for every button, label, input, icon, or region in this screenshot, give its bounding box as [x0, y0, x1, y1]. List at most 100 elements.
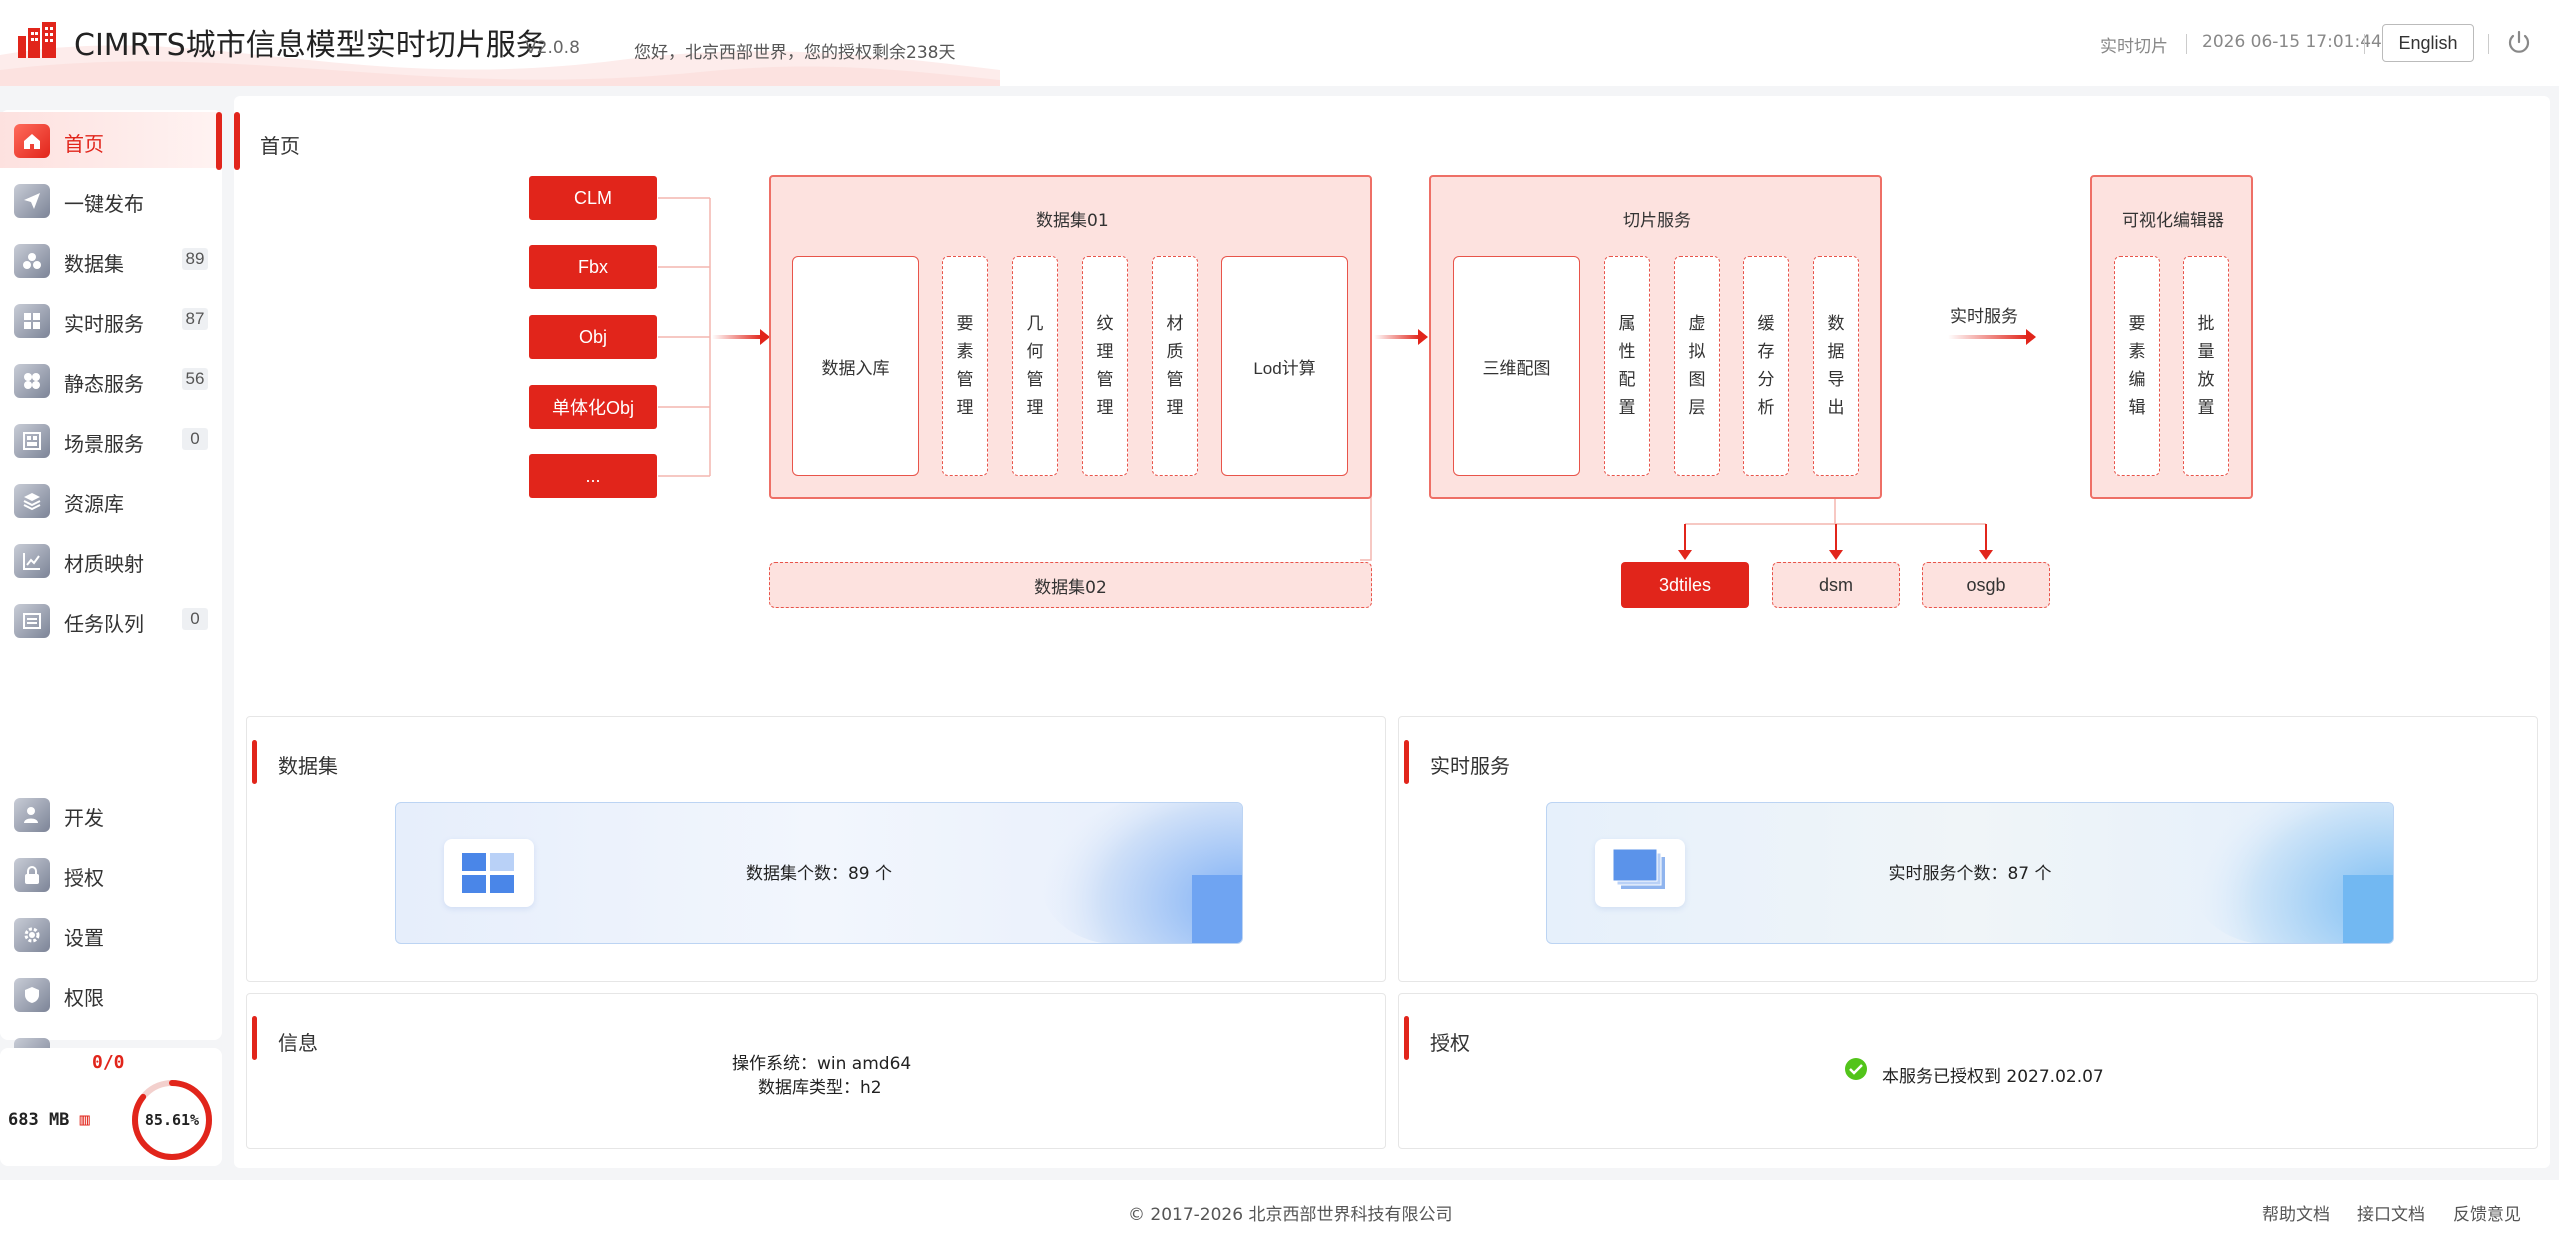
sidebar-item-home[interactable]: 首页 — [0, 112, 222, 168]
app-version: V2.0.8 — [525, 38, 580, 58]
step-label: 批量放置 — [2197, 314, 2215, 418]
sidebar-item-publish[interactable]: 一键发布 — [0, 172, 222, 228]
dataset01-title: 数据集01 — [1036, 211, 1109, 231]
license-expiry-text: 本服务已授权到 2027.02.07 — [1882, 1067, 2104, 1087]
output-osgb[interactable]: osgb — [1922, 562, 2050, 608]
info-card-title: 信息 — [278, 1031, 318, 1055]
format-obj[interactable]: Obj — [529, 315, 657, 359]
realtime-service-flow-label: 实时服务 — [1950, 307, 2018, 327]
realtime-count-banner[interactable]: 实时服务个数：87 个 — [1546, 802, 2394, 944]
sidebar-item-label: 数据集 — [64, 252, 124, 276]
header-divider — [2364, 34, 2365, 54]
step-label: 材质管理 — [1166, 314, 1184, 418]
dataset-count-banner[interactable]: 数据集个数：89 个 — [395, 802, 1243, 944]
realtime-slice-label: 实时切片 — [2100, 37, 2168, 57]
send-icon — [14, 184, 50, 218]
header-divider — [2186, 34, 2187, 54]
memory-value: 683 MB — [8, 1110, 70, 1130]
header-divider — [2488, 34, 2489, 54]
sidebar-item-realtime-service[interactable]: 实时服务 87 — [0, 292, 222, 348]
attribute-config-box[interactable]: 属性配置 — [1604, 256, 1650, 476]
sidebar-item-label: 材质映射 — [64, 552, 144, 576]
material-management-box[interactable]: 材质管理 — [1152, 256, 1198, 476]
count-badge: 87 — [182, 308, 208, 330]
os-info: 操作系统：win amd64 — [732, 1054, 912, 1074]
usage-gauge: 85.61% — [132, 1080, 212, 1160]
step-label: 纹理管理 — [1096, 314, 1114, 418]
texture-management-box[interactable]: 纹理管理 — [1082, 256, 1128, 476]
sidebar-item-task-queue[interactable]: 任务队列 0 — [0, 592, 222, 648]
virtual-layer-box[interactable]: 虚拟图层 — [1674, 256, 1720, 476]
sidebar-item-scene-service[interactable]: 场景服务 0 — [0, 412, 222, 468]
power-icon[interactable] — [2504, 28, 2534, 58]
sidebar-item-label: 首页 — [64, 132, 104, 156]
step-label: 几何管理 — [1026, 314, 1044, 418]
logo-icon — [18, 22, 56, 58]
lock-icon — [14, 858, 50, 892]
format-more[interactable]: ... — [529, 454, 657, 498]
card-indicator — [1404, 1016, 1409, 1060]
sidebar-item-datasets[interactable]: 数据集 89 — [0, 232, 222, 288]
sidebar-item-license[interactable]: 授权 — [0, 846, 222, 902]
license-card-title: 授权 — [1430, 1031, 1470, 1055]
batch-place-box[interactable]: 批量放置 — [2183, 256, 2229, 476]
format-fbx[interactable]: Fbx — [529, 245, 657, 289]
home-icon — [14, 124, 50, 158]
count-badge: 0 — [182, 608, 208, 630]
help-docs-link[interactable]: 帮助文档 — [2262, 1200, 2330, 1225]
step-label: 属性配置 — [1618, 314, 1636, 418]
geometry-management-box[interactable]: 几何管理 — [1012, 256, 1058, 476]
step-label: 虚拟图层 — [1688, 314, 1706, 418]
api-docs-link[interactable]: 接口文档 — [2357, 1200, 2425, 1225]
feedback-link[interactable]: 反馈意见 — [2453, 1200, 2521, 1225]
developer-icon — [14, 798, 50, 832]
realtime-count-text: 实时服务个数：87 个 — [1888, 864, 2052, 884]
grid-icon — [14, 304, 50, 338]
format-clm[interactable]: CLM — [529, 176, 657, 220]
usage-percent: 85.61% — [145, 1111, 199, 1129]
layers-icon — [14, 484, 50, 518]
feature-edit-box[interactable]: 要素编辑 — [2114, 256, 2160, 476]
dataset02-box[interactable]: 数据集02 — [769, 562, 1372, 608]
sidebar-item-developer[interactable]: 开发 — [0, 786, 222, 842]
count-badge: 56 — [182, 368, 208, 390]
output-3dtiles[interactable]: 3dtiles — [1621, 562, 1749, 608]
db-type-info: 数据库类型：h2 — [758, 1078, 882, 1098]
card-indicator — [252, 740, 257, 784]
3d-styling-box[interactable]: 三维配图 — [1453, 256, 1580, 476]
sidebar-item-resource-library[interactable]: 资源库 — [0, 472, 222, 528]
sidebar-item-material-mapping[interactable]: 材质映射 — [0, 532, 222, 588]
feature-management-box[interactable]: 要素管理 — [942, 256, 988, 476]
count-badge: 0 — [182, 428, 208, 450]
format-single-obj[interactable]: 单体化Obj — [529, 385, 657, 429]
dataset-icon — [14, 244, 50, 278]
visual-editor-title: 可视化编辑器 — [2122, 211, 2224, 231]
output-dsm[interactable]: dsm — [1772, 562, 1900, 608]
page-title: 首页 — [260, 134, 300, 158]
step-label: 数据导出 — [1827, 314, 1845, 418]
data-export-box[interactable]: 数据导出 — [1813, 256, 1859, 476]
sidebar-item-permissions[interactable]: 权限 — [0, 966, 222, 1022]
dataset-count-text: 数据集个数：89 个 — [745, 864, 893, 884]
cache-analysis-box[interactable]: 缓存分析 — [1743, 256, 1789, 476]
memory-icon: ▥ — [79, 1110, 90, 1130]
chart-icon — [14, 544, 50, 578]
check-circle-icon — [1845, 1058, 1867, 1080]
greeting-text: 您好，北京西部世界，您的授权剩余238天 — [634, 43, 956, 63]
data-import-box[interactable]: 数据入库 — [792, 256, 919, 476]
sidebar-item-static-service[interactable]: 静态服务 56 — [0, 352, 222, 408]
sidebar-item-settings[interactable]: 设置 — [0, 906, 222, 962]
sidebar-item-label: 一键发布 — [64, 192, 144, 216]
sidebar-item-label: 开发 — [64, 806, 104, 830]
queue-icon — [14, 604, 50, 638]
sidebar-item-label: 静态服务 — [64, 372, 144, 396]
scene-icon — [14, 424, 50, 458]
app-title: CIMRTS城市信息模型实时切片服务 — [74, 28, 546, 63]
lod-compute-box[interactable]: Lod计算 — [1221, 256, 1348, 476]
language-button[interactable]: English — [2382, 24, 2474, 62]
step-label: 要素编辑 — [2128, 314, 2146, 418]
dataset-card-title: 数据集 — [278, 754, 338, 778]
card-indicator — [252, 1016, 257, 1060]
sidebar-item-label: 场景服务 — [64, 432, 144, 456]
task-ratio: 0/0 — [92, 1052, 125, 1073]
